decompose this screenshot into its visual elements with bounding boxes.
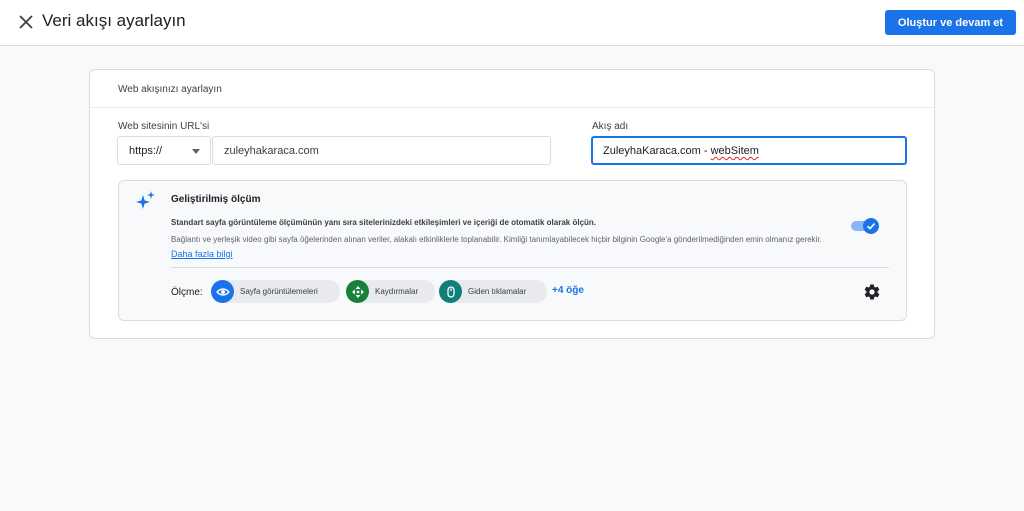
card-header-title: Web akışınızı ayarlayın bbox=[118, 84, 222, 95]
create-and-continue-button[interactable]: Oluştur ve devam et bbox=[885, 10, 1016, 35]
chip-label: Giden tıklamalar bbox=[468, 287, 527, 296]
description-text: Bağlantı ve yerleşik video gibi sayfa öğ… bbox=[171, 235, 822, 244]
stream-name-label: Akış adı bbox=[592, 121, 629, 132]
scroll-icon bbox=[346, 280, 369, 303]
protocol-select[interactable]: https:// bbox=[117, 136, 211, 165]
card-header: Web akışınızı ayarlayın bbox=[90, 70, 934, 108]
stream-name-value-part1: ZuleyhaKaraca.com - bbox=[603, 145, 711, 157]
chip-scrolls[interactable]: Kaydırmalar bbox=[346, 280, 435, 303]
page-title: Veri akışı ayarlayın bbox=[42, 11, 186, 30]
divider bbox=[171, 267, 889, 268]
url-value: zuleyhakaraca.com bbox=[224, 145, 319, 157]
stream-setup-card: Web akışınızı ayarlayın Web sitesinin UR… bbox=[89, 69, 935, 339]
chip-label: Sayfa görüntülemeleri bbox=[240, 287, 318, 296]
protocol-value: https:// bbox=[129, 145, 163, 157]
eye-icon bbox=[211, 280, 234, 303]
top-bar: Veri akışı ayarlayın Oluştur ve devam et bbox=[0, 0, 1024, 46]
enhanced-measurement-title: Geliştirilmiş ölçüm bbox=[171, 194, 261, 205]
sparkle-icon bbox=[136, 191, 156, 211]
chip-page-views[interactable]: Sayfa görüntülemeleri bbox=[211, 280, 340, 303]
mouse-icon bbox=[439, 280, 462, 303]
enhanced-measurement-description: Bağlantı ve yerleşik video gibi sayfa öğ… bbox=[171, 233, 841, 262]
close-icon[interactable] bbox=[14, 10, 38, 34]
gear-icon[interactable] bbox=[863, 283, 881, 301]
enhanced-measurement-toggle[interactable] bbox=[851, 218, 879, 234]
learn-more-link[interactable]: Daha fazla bilgi bbox=[171, 249, 233, 259]
enhanced-measurement-panel: Geliştirilmiş ölçüm Standart sayfa görün… bbox=[118, 180, 907, 321]
stream-name-input[interactable]: ZuleyhaKaraca.com - webSitem bbox=[591, 136, 907, 165]
chevron-down-icon bbox=[192, 149, 200, 154]
enhanced-measurement-summary: Standart sayfa görüntüleme ölçümünün yan… bbox=[171, 218, 597, 227]
more-items-link[interactable]: +4 öğe bbox=[552, 285, 584, 296]
chip-label: Kaydırmalar bbox=[375, 287, 419, 296]
measure-label: Ölçme: bbox=[171, 287, 203, 298]
url-label: Web sitesinin URL'si bbox=[118, 121, 210, 132]
check-icon bbox=[863, 218, 879, 234]
stream-name-value-part2: webSitem bbox=[710, 145, 759, 157]
url-input[interactable]: zuleyhakaraca.com bbox=[212, 136, 551, 165]
chip-outbound-clicks[interactable]: Giden tıklamalar bbox=[439, 280, 547, 303]
stream-name-value: ZuleyhaKaraca.com - webSitem bbox=[603, 145, 759, 157]
